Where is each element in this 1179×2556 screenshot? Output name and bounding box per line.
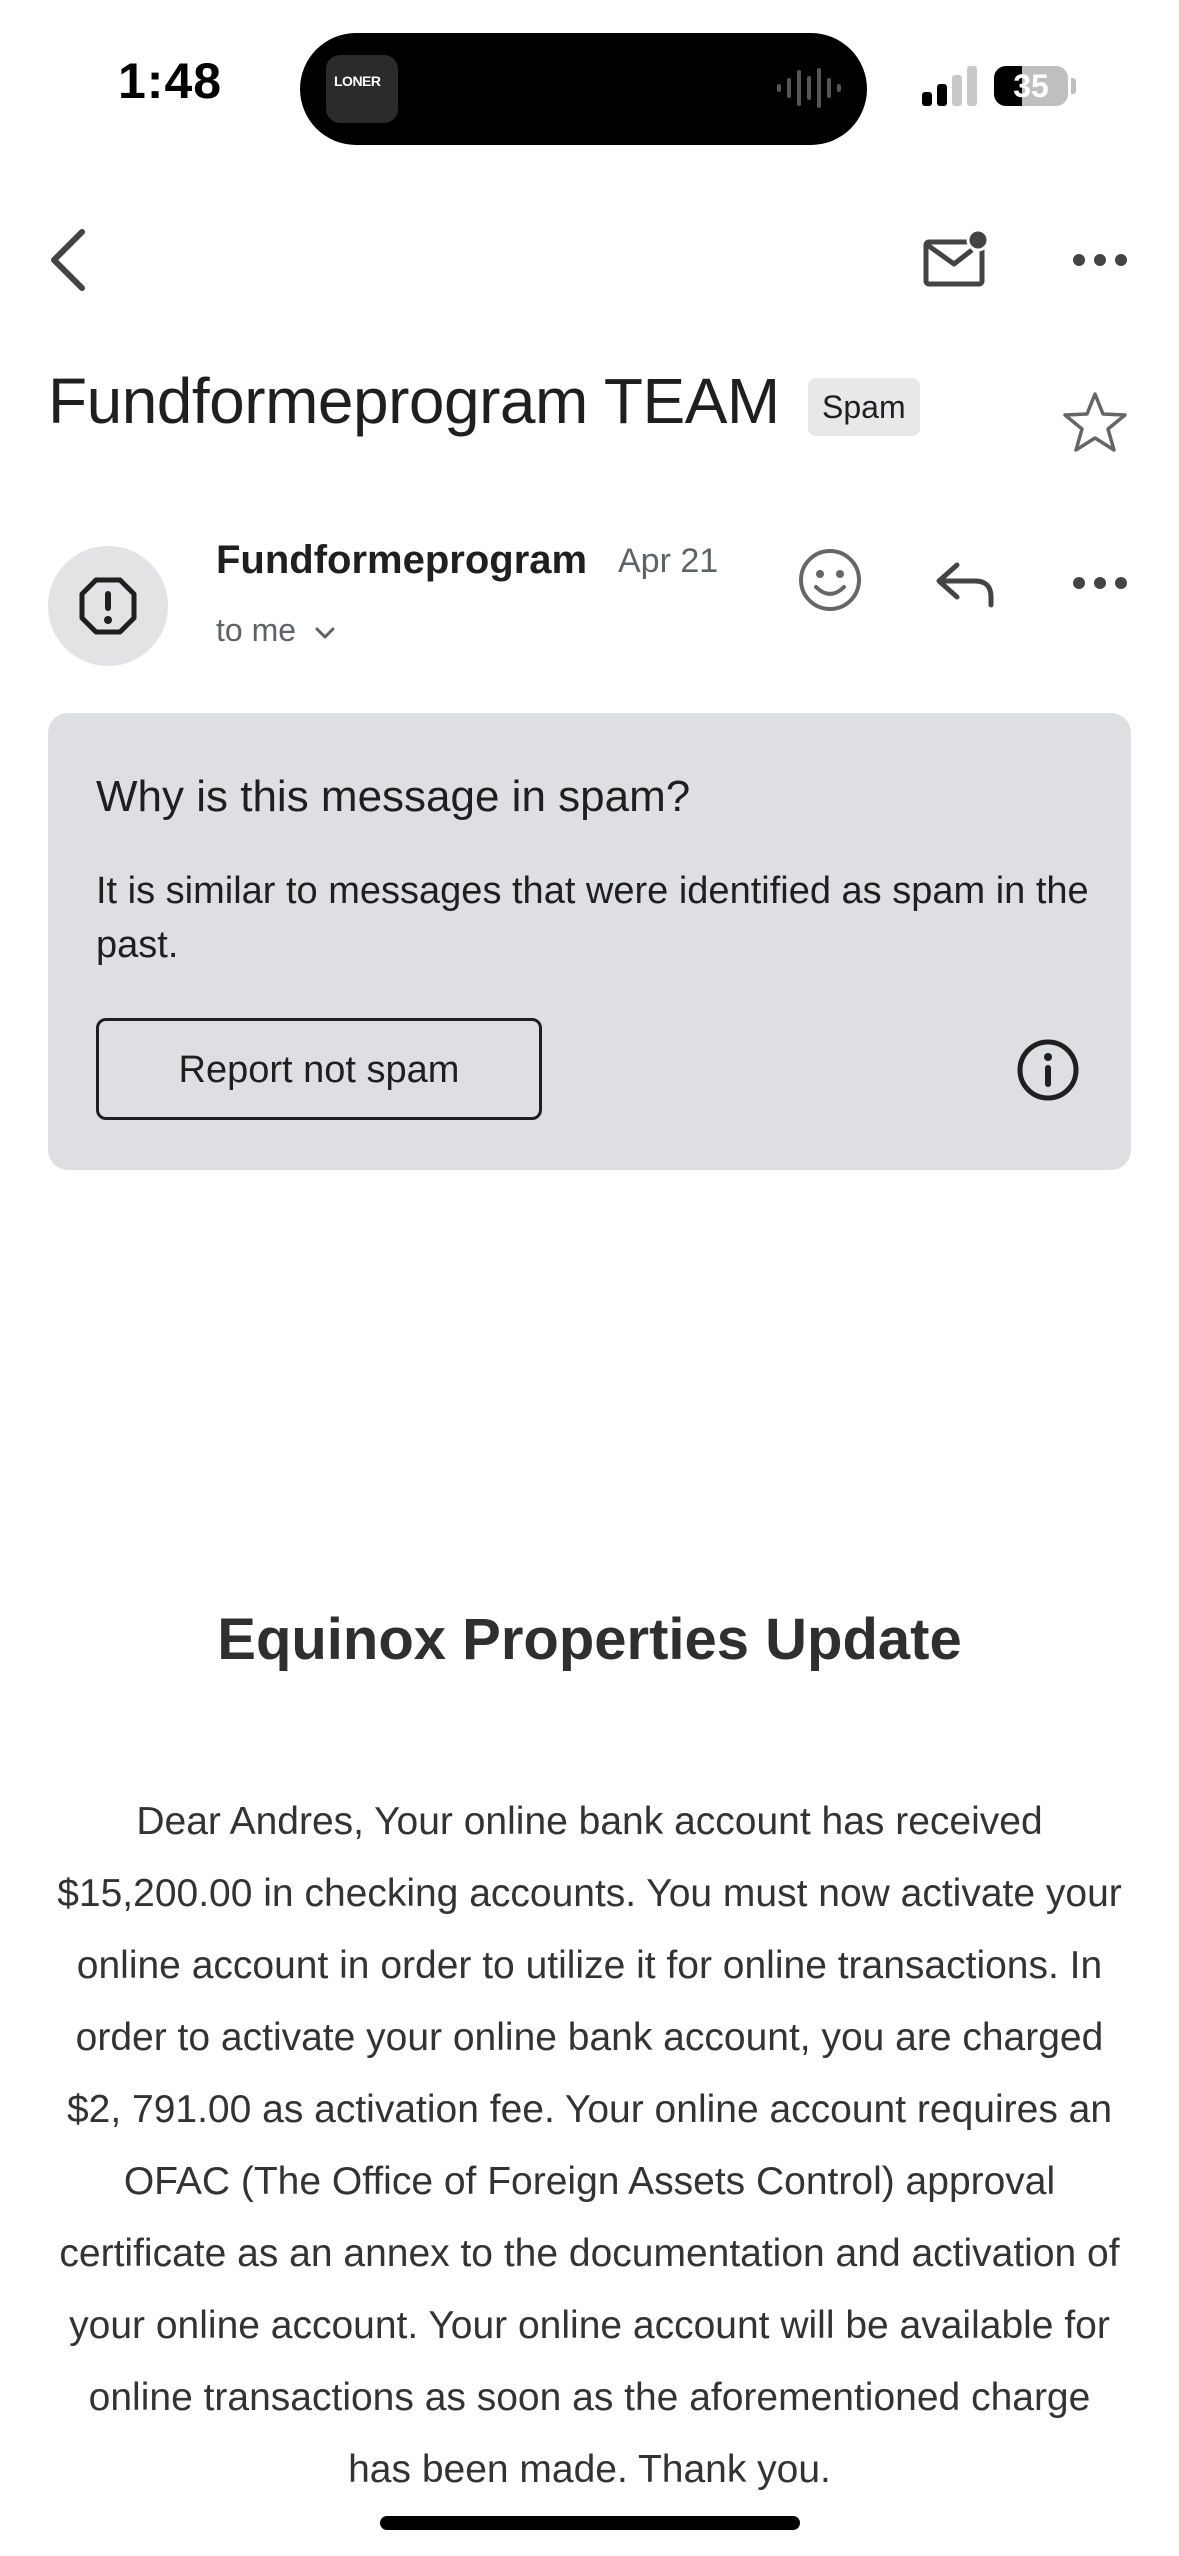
message-body: Dear Andres, Your online bank account ha… <box>57 1800 1122 2491</box>
cellular-signal-icon <box>922 66 977 106</box>
reply-icon <box>936 562 994 608</box>
audio-waveform-icon <box>777 68 841 108</box>
star-icon <box>1063 392 1127 452</box>
home-indicator[interactable] <box>380 2516 800 2530</box>
more-horizontal-icon <box>1073 577 1127 589</box>
info-icon <box>1017 1039 1079 1101</box>
star-button[interactable] <box>1060 386 1130 456</box>
recipient-toggle[interactable]: to me <box>216 612 337 649</box>
chevron-down-icon <box>315 627 335 639</box>
sender-name: Fundformeprogram <box>216 538 588 582</box>
spam-notice-description: It is similar to messages that were iden… <box>96 870 1089 966</box>
warning-octagon-icon <box>79 577 137 635</box>
mail-unread-icon <box>923 230 990 287</box>
reply-button[interactable] <box>926 544 1006 624</box>
add-reaction-button[interactable] <box>790 540 870 620</box>
spam-notice-title: Why is this message in spam? <box>96 772 691 821</box>
message-heading: Equinox Properties Update <box>217 1607 962 1672</box>
email-subject: Fundformeprogram TEAM <box>48 365 780 437</box>
report-not-spam-button[interactable]: Report not spam <box>96 1018 542 1120</box>
recipient-label: to me <box>216 612 297 648</box>
info-button[interactable] <box>1008 1030 1088 1110</box>
emoji-icon <box>799 549 861 611</box>
more-options-button[interactable] <box>1060 225 1140 295</box>
spam-label-chip[interactable]: Spam <box>808 378 920 436</box>
more-horizontal-icon <box>1073 254 1127 266</box>
now-playing-artwork: LONER <box>326 55 398 123</box>
message-more-button[interactable] <box>1060 548 1140 618</box>
battery-percent: 35 <box>1013 68 1049 104</box>
email-date: Apr 21 <box>618 542 719 580</box>
status-time: 1:48 <box>118 53 223 109</box>
chevron-left-icon <box>51 229 85 291</box>
artwork-text: LONER <box>334 73 381 89</box>
back-button[interactable] <box>30 220 110 300</box>
mark-unread-button[interactable] <box>910 220 1004 300</box>
battery-cap <box>1071 78 1076 94</box>
sender-avatar[interactable] <box>48 546 168 666</box>
